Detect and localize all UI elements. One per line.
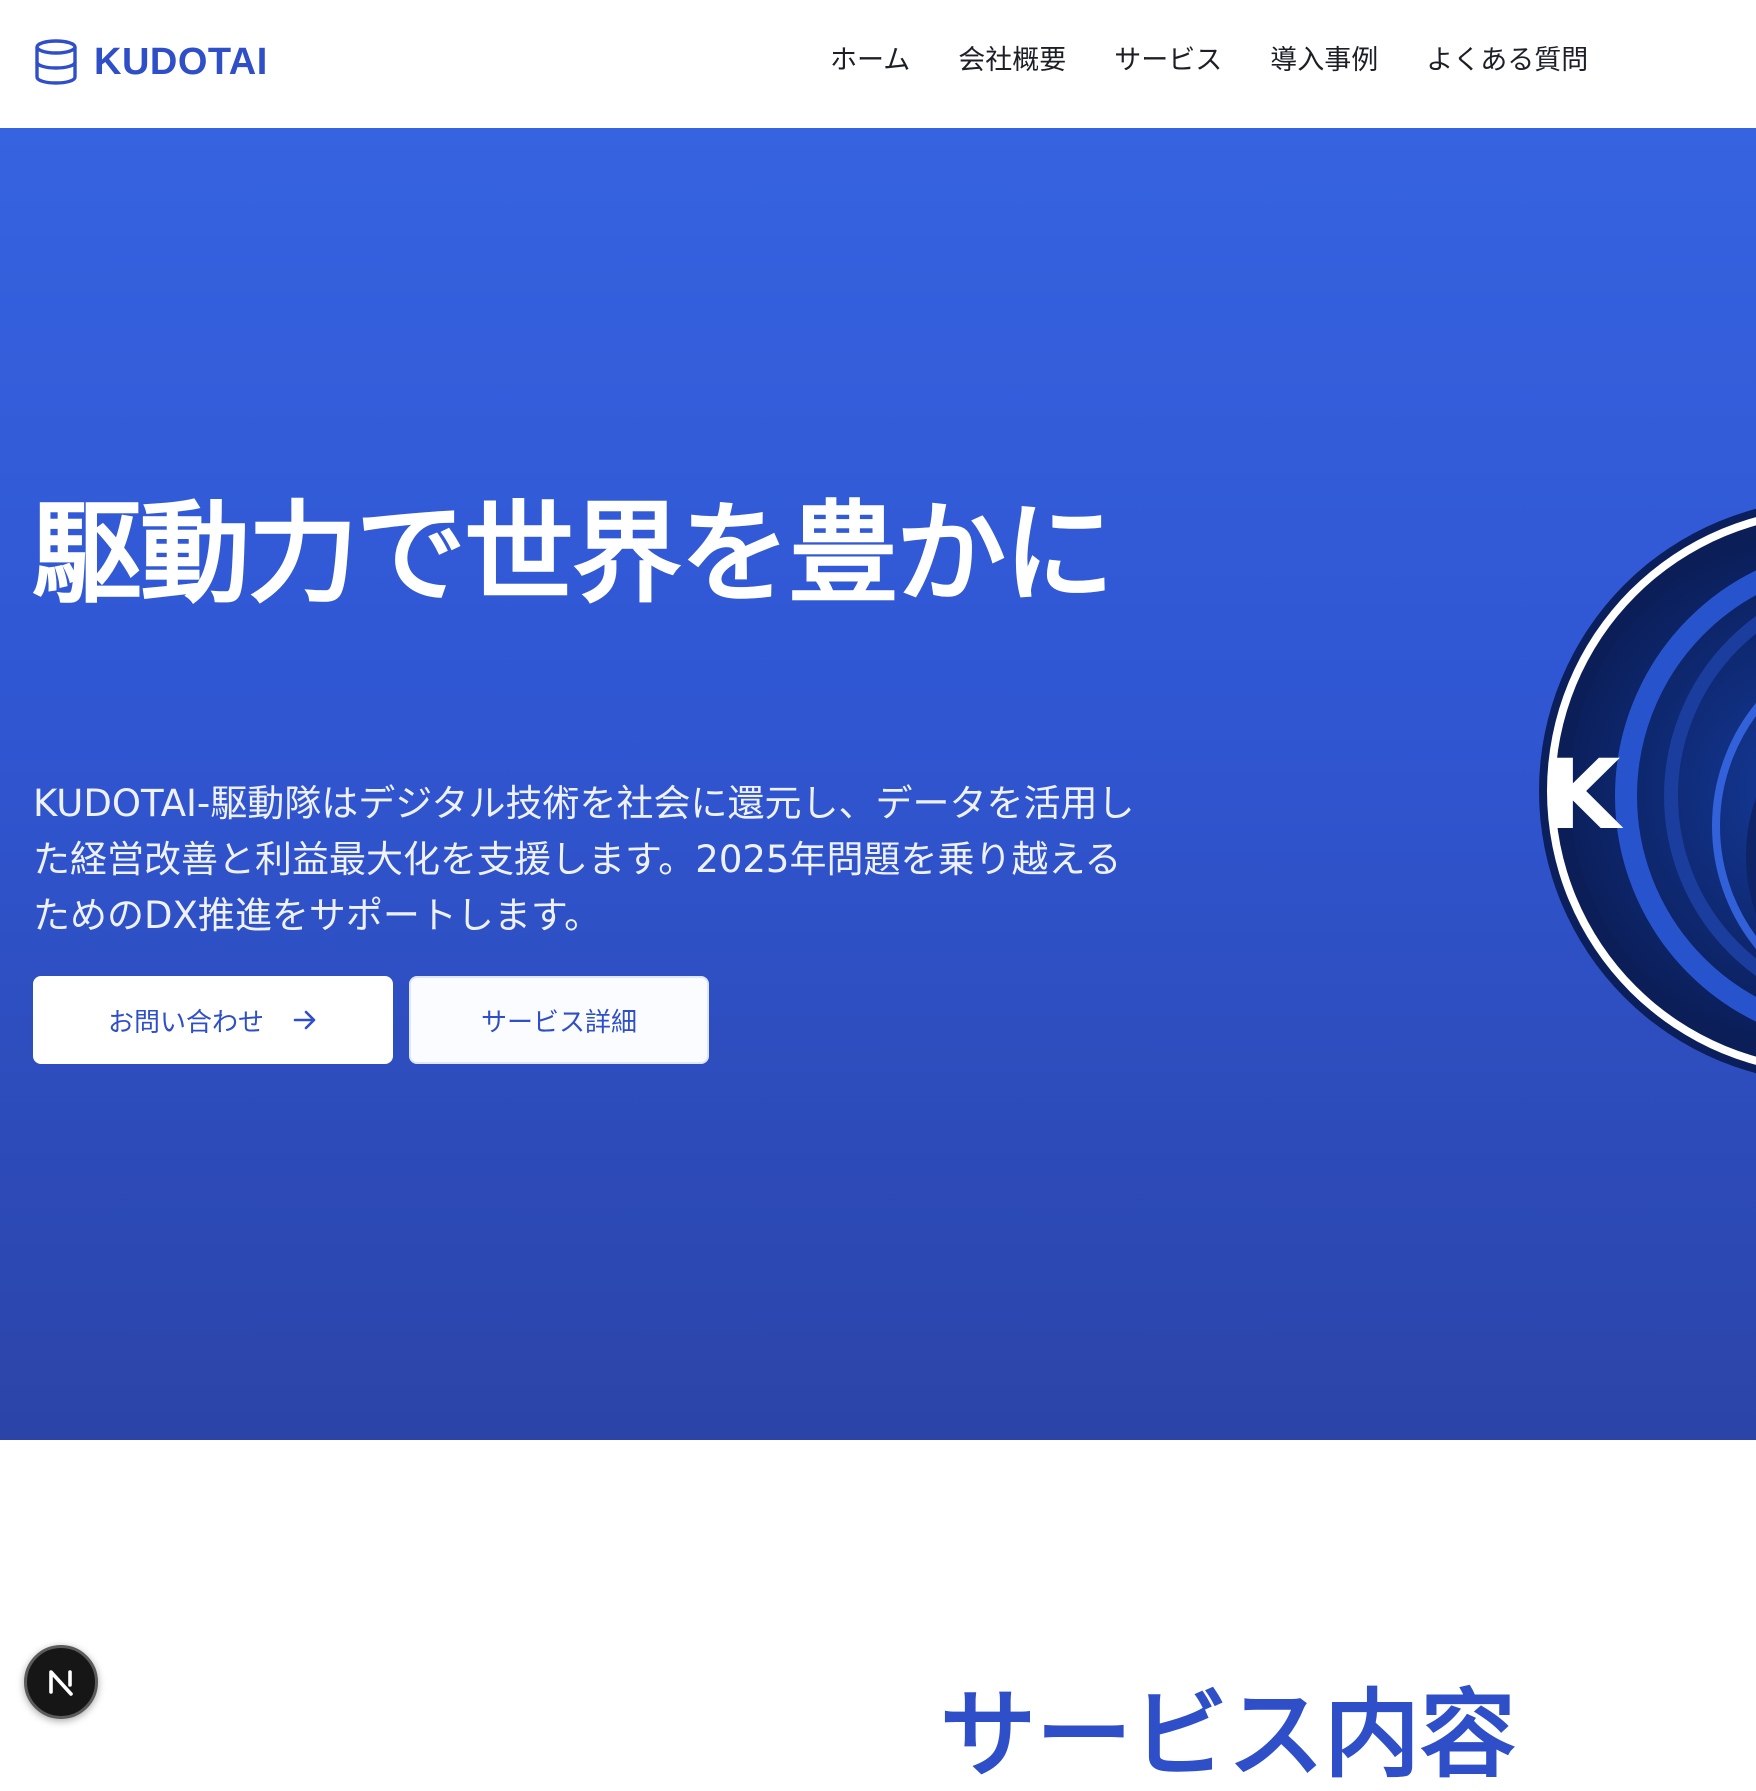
- nav-item-services[interactable]: サービス: [1114, 40, 1222, 82]
- emblem-letter: K: [1546, 739, 1624, 851]
- nav-item-company[interactable]: 会社概要: [958, 40, 1066, 82]
- site-header: KUDOTAI ホーム 会社概要 サービス 導入事例 よくある質問: [0, 0, 1756, 128]
- database-icon: [35, 39, 77, 85]
- service-details-button[interactable]: サービス詳細: [409, 976, 709, 1064]
- brand-emblem: K: [1539, 508, 1756, 1074]
- service-details-button-label: サービス詳細: [480, 1006, 637, 1037]
- services-section-title: サービス内容: [940, 1679, 1516, 1791]
- nav-item-cases[interactable]: 導入事例: [1270, 40, 1378, 82]
- nav-item-home[interactable]: ホーム: [830, 40, 910, 82]
- hero-title: 駆動力で世界を豊かに: [32, 490, 1114, 618]
- logo-text: KUDOTAI: [94, 40, 268, 83]
- contact-button-label: お問い合わせ: [107, 1006, 264, 1037]
- hero-lead: KUDOTAI-駆動隊はデジタル技術を社会に還元し、データを活用した経営改善と利…: [33, 782, 1135, 937]
- arrow-right-icon: [293, 1010, 316, 1030]
- main-nav: ホーム 会社概要 サービス 導入事例 よくある質問: [830, 40, 1588, 82]
- dev-tools-badge[interactable]: [24, 1645, 98, 1719]
- contact-button[interactable]: お問い合わせ: [33, 976, 393, 1064]
- hero-section: 駆動力で世界を豊かに KUDOTAI-駆動隊はデジタル技術を社会に還元し、データ…: [0, 128, 1756, 1440]
- nav-item-faq[interactable]: よくある質問: [1426, 40, 1588, 82]
- n-logo-icon: [49, 1670, 73, 1696]
- logo-link[interactable]: KUDOTAI: [34, 38, 268, 86]
